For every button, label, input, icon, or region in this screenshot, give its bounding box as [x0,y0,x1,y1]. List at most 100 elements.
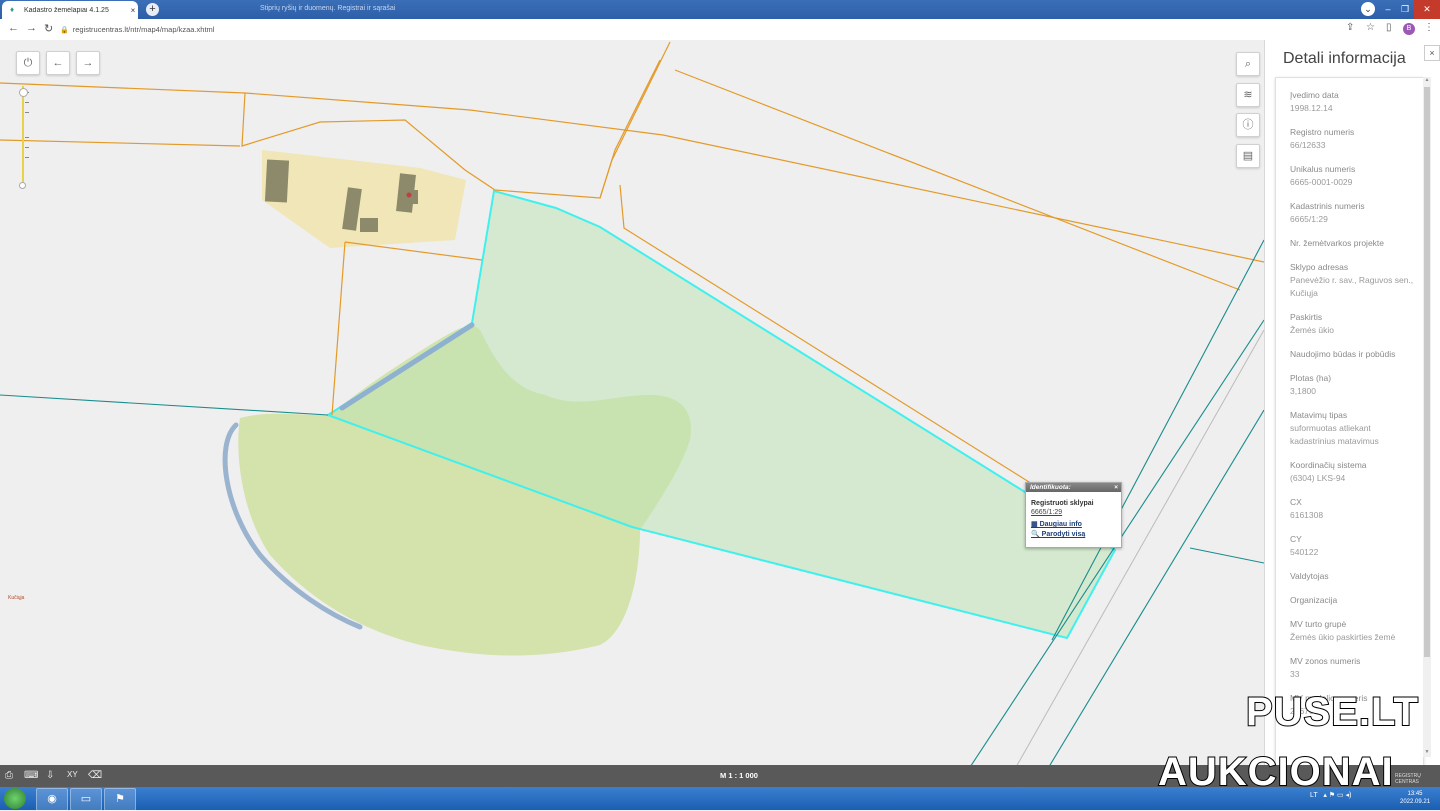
field-label: Įvedimo data [1290,90,1339,100]
zoom-tick [25,112,29,113]
minimize-icon[interactable]: – [1380,0,1396,19]
field-label: Koordinačių sistema [1290,460,1367,470]
field-label: Organizacija [1290,595,1338,605]
profile-avatar[interactable]: B [1403,23,1415,35]
panel-field: Registro numeris 66/12633 [1290,126,1415,152]
keyboard-icon[interactable]: ⌨ [24,770,38,781]
field-label: MV turto grupė [1290,619,1347,629]
maximize-icon[interactable]: ❐ [1397,0,1413,19]
reload-icon[interactable]: ↻ [44,22,53,35]
tab-search-icon[interactable]: ⌄ [1361,2,1375,16]
bookmark-star-icon[interactable]: ☆ [1366,22,1375,33]
zoom-tick [25,147,29,148]
share-icon[interactable]: ⇪ [1346,22,1354,33]
field-label: Plotas (ha) [1290,373,1332,383]
scroll-up-icon[interactable]: ▲ [1423,77,1431,83]
lock-icon: 🔒 [60,27,69,34]
popup-title: Identifikuota: [1030,484,1071,491]
browser-tab-bar: ♦ Kadastro žemėlapiai 4.1.25 × + Stiprių… [0,0,1440,19]
more-info-label: Daugiau info [1039,521,1082,528]
url-input[interactable]: 🔒 registrucentras.lt/ntr/map4/map/kzaa.xh… [60,22,1340,37]
clock-date: 2022.09.21 [1400,799,1431,805]
panel-field: MV zonos numeris 33 [1290,655,1415,681]
field-label: Sklypo adresas [1290,262,1349,272]
browser-tab[interactable]: ♦ Kadastro žemėlapiai 4.1.25 × [2,1,138,19]
field-value: (6304) LKS-94 [1290,473,1346,483]
panel-field: Koordinačių sistema (6304) LKS-94 [1290,459,1415,485]
side-panel-icon[interactable]: ▯ [1386,22,1392,33]
map-canvas[interactable]: ⏻ ← → ⌕ ≋ ⓘ ▤ Kučiųja Identifikuota: × R… [0,40,1264,765]
popup-close-icon[interactable]: × [1114,483,1118,492]
search-icon[interactable]: ⌕ [1236,52,1260,76]
history-back-button[interactable]: ← [46,51,70,75]
popup-layer-name: Registruoti sklypai [1031,500,1094,507]
zoom-tick [25,157,29,158]
field-label: Kadastrinis numeris [1290,201,1365,211]
fields-list: Įvedimo data 1998.12.14 Registro numeris 66… [1276,78,1423,718]
identify-popup: Identifikuota: × Registruoti sklypai 666… [1025,482,1122,548]
zoom-knob[interactable] [19,88,28,97]
field-value: Žemės ūkio [1290,325,1334,335]
background-tab-text: Stiprių ryšių ir duomenų. Registrai ir s… [260,5,396,12]
zoom-min-knob[interactable] [19,182,26,189]
more-info-link[interactable]: ▦ Daugiau info [1031,520,1121,530]
field-label: Matavimų tipas [1290,410,1348,420]
brand-logo: REGISTRŲ CENTRAS [1395,773,1421,785]
power-button[interactable]: ⏻ [16,51,40,75]
building [360,218,378,232]
building [264,159,290,203]
zoom-tick [25,137,29,138]
show-all-link[interactable]: 🔍 Parodyti visą [1031,530,1121,540]
pdf-taskbar-icon[interactable]: ⚑ [104,788,136,811]
browser-menu-icon[interactable]: ⋮ [1424,22,1434,33]
scroll-thumb[interactable] [1424,87,1430,657]
site-favicon-icon: ♦ [10,5,15,14]
popup-parcel-link[interactable]: 6665/1:29 [1031,509,1121,516]
explorer-taskbar-icon[interactable]: ▭ [70,788,102,811]
field-value: 6665-0001-0029 [1290,177,1353,187]
panel-close-button[interactable]: × [1424,45,1440,61]
back-icon[interactable]: ← [8,22,19,34]
system-clock[interactable]: 13:45 2022.09.21 [1400,790,1430,806]
new-tab-button[interactable]: + [146,3,159,16]
field-label: Valdytojas [1290,571,1329,581]
panel-field: Įvedimo data 1998.12.14 [1290,89,1415,115]
panel-scrollbar[interactable]: ▲ ▼ [1423,77,1431,757]
watermark-line-1: PUSE.LT [1245,689,1419,735]
tab-close-icon[interactable]: × [128,6,138,15]
field-label: Naudojimo būdas ir pobūdis [1290,349,1396,359]
panel-field: Plotas (ha) 3,1800 [1290,372,1415,398]
field-value: 6161308 [1290,510,1324,520]
field-label: CY [1290,534,1302,544]
panel-field: Matavimų tipas suformuotas atliekant kada… [1290,409,1415,448]
zoom-tick [25,102,29,103]
address-bar: ← → ↻ 🔒 registrucentras.lt/ntr/map4/map/k… [0,19,1440,41]
chrome-taskbar-icon[interactable]: ◉ [36,788,68,811]
info-icon[interactable]: ⓘ [1236,113,1260,137]
coordinates-icon[interactable]: XY [67,770,78,779]
zoom-slider[interactable] [19,82,29,189]
show-all-label: Parodyti visą [1041,531,1086,538]
field-value: 540122 [1290,547,1319,557]
start-button[interactable] [4,788,26,809]
field-value: 33 [1290,669,1300,679]
panel-field: Paskirtis Žemės ūkio [1290,311,1415,337]
map-place-label: Kučiųja [8,595,25,601]
window-close-icon[interactable]: ✕ [1414,0,1440,19]
panel-field: Nr. žemėtvarkos projekte [1290,237,1415,250]
zoom-track [22,86,24,185]
print-icon[interactable]: ⎙ [5,770,13,781]
panel-field: Valdytojas [1290,570,1415,583]
field-label: Nr. žemėtvarkos projekte [1290,238,1385,248]
legend-icon[interactable]: ▤ [1236,144,1260,168]
erase-icon[interactable]: ⌫ [88,770,102,781]
export-icon[interactable]: ⇩ [46,770,54,781]
panel-fields[interactable]: Įvedimo data 1998.12.14 Registro numeris 66… [1275,77,1424,767]
scroll-down-icon[interactable]: ▼ [1423,749,1431,755]
layers-icon[interactable]: ≋ [1236,83,1260,107]
panel-field: MV turto grupė Žemės ūkio paskirties žemė [1290,618,1415,644]
panel-field: CX 6161308 [1290,496,1415,522]
history-forward-button[interactable]: → [76,51,100,75]
forward-icon[interactable]: → [26,22,37,34]
field-value: 3,1800 [1290,386,1316,396]
